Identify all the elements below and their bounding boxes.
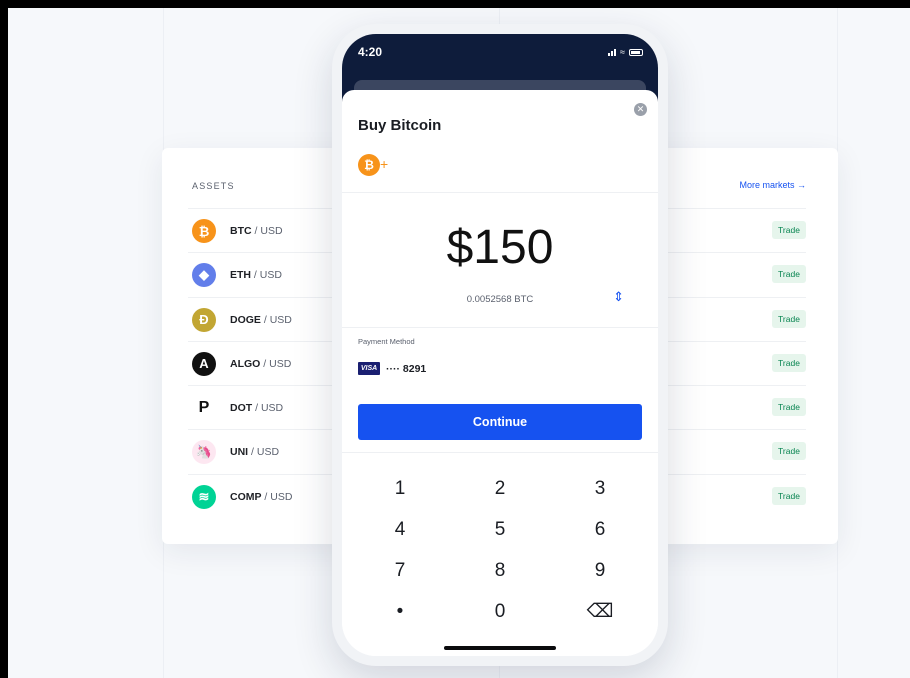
- decimal-key[interactable]: •: [350, 591, 450, 632]
- pair-label: ALGO / USD: [230, 358, 291, 370]
- key-8[interactable]: 8: [450, 550, 550, 591]
- key-0[interactable]: 0: [450, 591, 550, 632]
- key-3[interactable]: 3: [550, 468, 650, 509]
- btc-equivalent: 0.0052568 BTC: [466, 294, 534, 305]
- divider: [342, 327, 658, 328]
- phone-frame: 4:20 ≈ ✕ Buy Bitcoin ₿ + $150 0.0052568 …: [332, 24, 668, 666]
- pair-separator: /: [248, 446, 257, 459]
- pair-label: BTC / USD: [230, 225, 283, 237]
- quote-symbol: USD: [270, 490, 293, 503]
- pair-separator: /: [251, 269, 260, 282]
- more-markets-link[interactable]: More markets →: [739, 180, 806, 190]
- key-4[interactable]: 4: [350, 509, 450, 550]
- pair-separator: /: [252, 402, 261, 415]
- trade-button[interactable]: Trade: [772, 353, 806, 372]
- backspace-icon[interactable]: ⌫: [550, 591, 650, 632]
- trade-button[interactable]: Trade: [772, 309, 806, 328]
- quote-symbol: USD: [269, 357, 292, 370]
- base-symbol: BTC: [230, 225, 252, 237]
- assets-heading: ASSETS: [192, 181, 235, 191]
- trade-button[interactable]: Trade: [772, 486, 806, 505]
- base-symbol: COMP: [230, 490, 262, 503]
- divider: [342, 192, 658, 193]
- amount-display: $150: [446, 221, 554, 274]
- quote-symbol: USD: [256, 446, 280, 459]
- pair-label: UNI / USD: [230, 446, 279, 458]
- wifi-icon: ≈: [620, 47, 625, 57]
- close-icon[interactable]: ✕: [634, 103, 647, 116]
- pair-label: DOGE / USD: [230, 314, 292, 326]
- trade-button[interactable]: Trade: [772, 221, 806, 239]
- sheet-title: Buy Bitcoin: [358, 117, 442, 134]
- quote-symbol: USD: [259, 269, 282, 282]
- card-number[interactable]: ···· 8291: [386, 363, 426, 375]
- base-symbol: DOGE: [230, 313, 261, 326]
- key-6[interactable]: 6: [550, 509, 650, 550]
- pair-separator: /: [261, 490, 271, 503]
- key-2[interactable]: 2: [450, 468, 550, 509]
- quote-symbol: USD: [260, 402, 284, 415]
- pair-label: DOT / USD: [230, 402, 283, 414]
- swap-currency-icon[interactable]: ⇕: [613, 289, 624, 305]
- trade-button[interactable]: Trade: [772, 265, 806, 284]
- base-symbol: ALGO: [230, 357, 261, 370]
- bitcoin-icon: ₿: [358, 154, 380, 176]
- trade-button[interactable]: Trade: [772, 442, 806, 461]
- trade-button[interactable]: Trade: [772, 398, 806, 417]
- key-9[interactable]: 9: [550, 550, 650, 591]
- base-symbol: DOT: [230, 402, 253, 415]
- quote-symbol: USD: [260, 225, 283, 237]
- battery-icon: [629, 48, 643, 56]
- pair-label: ETH / USD: [230, 269, 282, 281]
- algorand-icon: A: [192, 351, 216, 376]
- phone-screen: 4:20 ≈ ✕ Buy Bitcoin ₿ + $150 0.0052568 …: [342, 34, 658, 656]
- pair-separator: /: [260, 357, 270, 370]
- ethereum-icon: ◆: [192, 263, 216, 288]
- status-time: 4:20: [358, 45, 383, 59]
- pair-separator: /: [260, 313, 270, 326]
- visa-icon: VISA: [358, 362, 380, 375]
- payment-method-label: Payment Method: [358, 337, 415, 346]
- base-symbol: UNI: [230, 446, 249, 459]
- compound-icon: ≋: [192, 484, 216, 509]
- status-icons: ≈: [608, 47, 643, 57]
- uniswap-icon: 🦄: [192, 440, 216, 465]
- pair-label: COMP / USD: [230, 491, 292, 503]
- key-7[interactable]: 7: [350, 550, 450, 591]
- plus-icon: +: [380, 156, 389, 172]
- bitcoin-icon: ₿: [192, 219, 216, 243]
- divider: [342, 452, 658, 453]
- quote-symbol: USD: [269, 313, 292, 326]
- key-5[interactable]: 5: [450, 509, 550, 550]
- polkadot-icon: P: [192, 396, 216, 421]
- base-symbol: ETH: [230, 269, 251, 282]
- dogecoin-icon: Ð: [192, 307, 216, 332]
- key-1[interactable]: 1: [350, 468, 450, 509]
- home-indicator: [444, 646, 556, 650]
- number-keypad: 1 2 3 4 5 6 7 8 9 • 0 ⌫: [350, 468, 650, 632]
- continue-button[interactable]: Continue: [358, 404, 642, 440]
- page-background: ASSETS More markets → ₿ BTC / USD Trade ◆ ET…: [8, 8, 910, 678]
- signal-icon: [608, 48, 617, 56]
- buy-sheet: ✕ Buy Bitcoin ₿ + $150 0.0052568 BTC ⇕ P…: [342, 90, 658, 656]
